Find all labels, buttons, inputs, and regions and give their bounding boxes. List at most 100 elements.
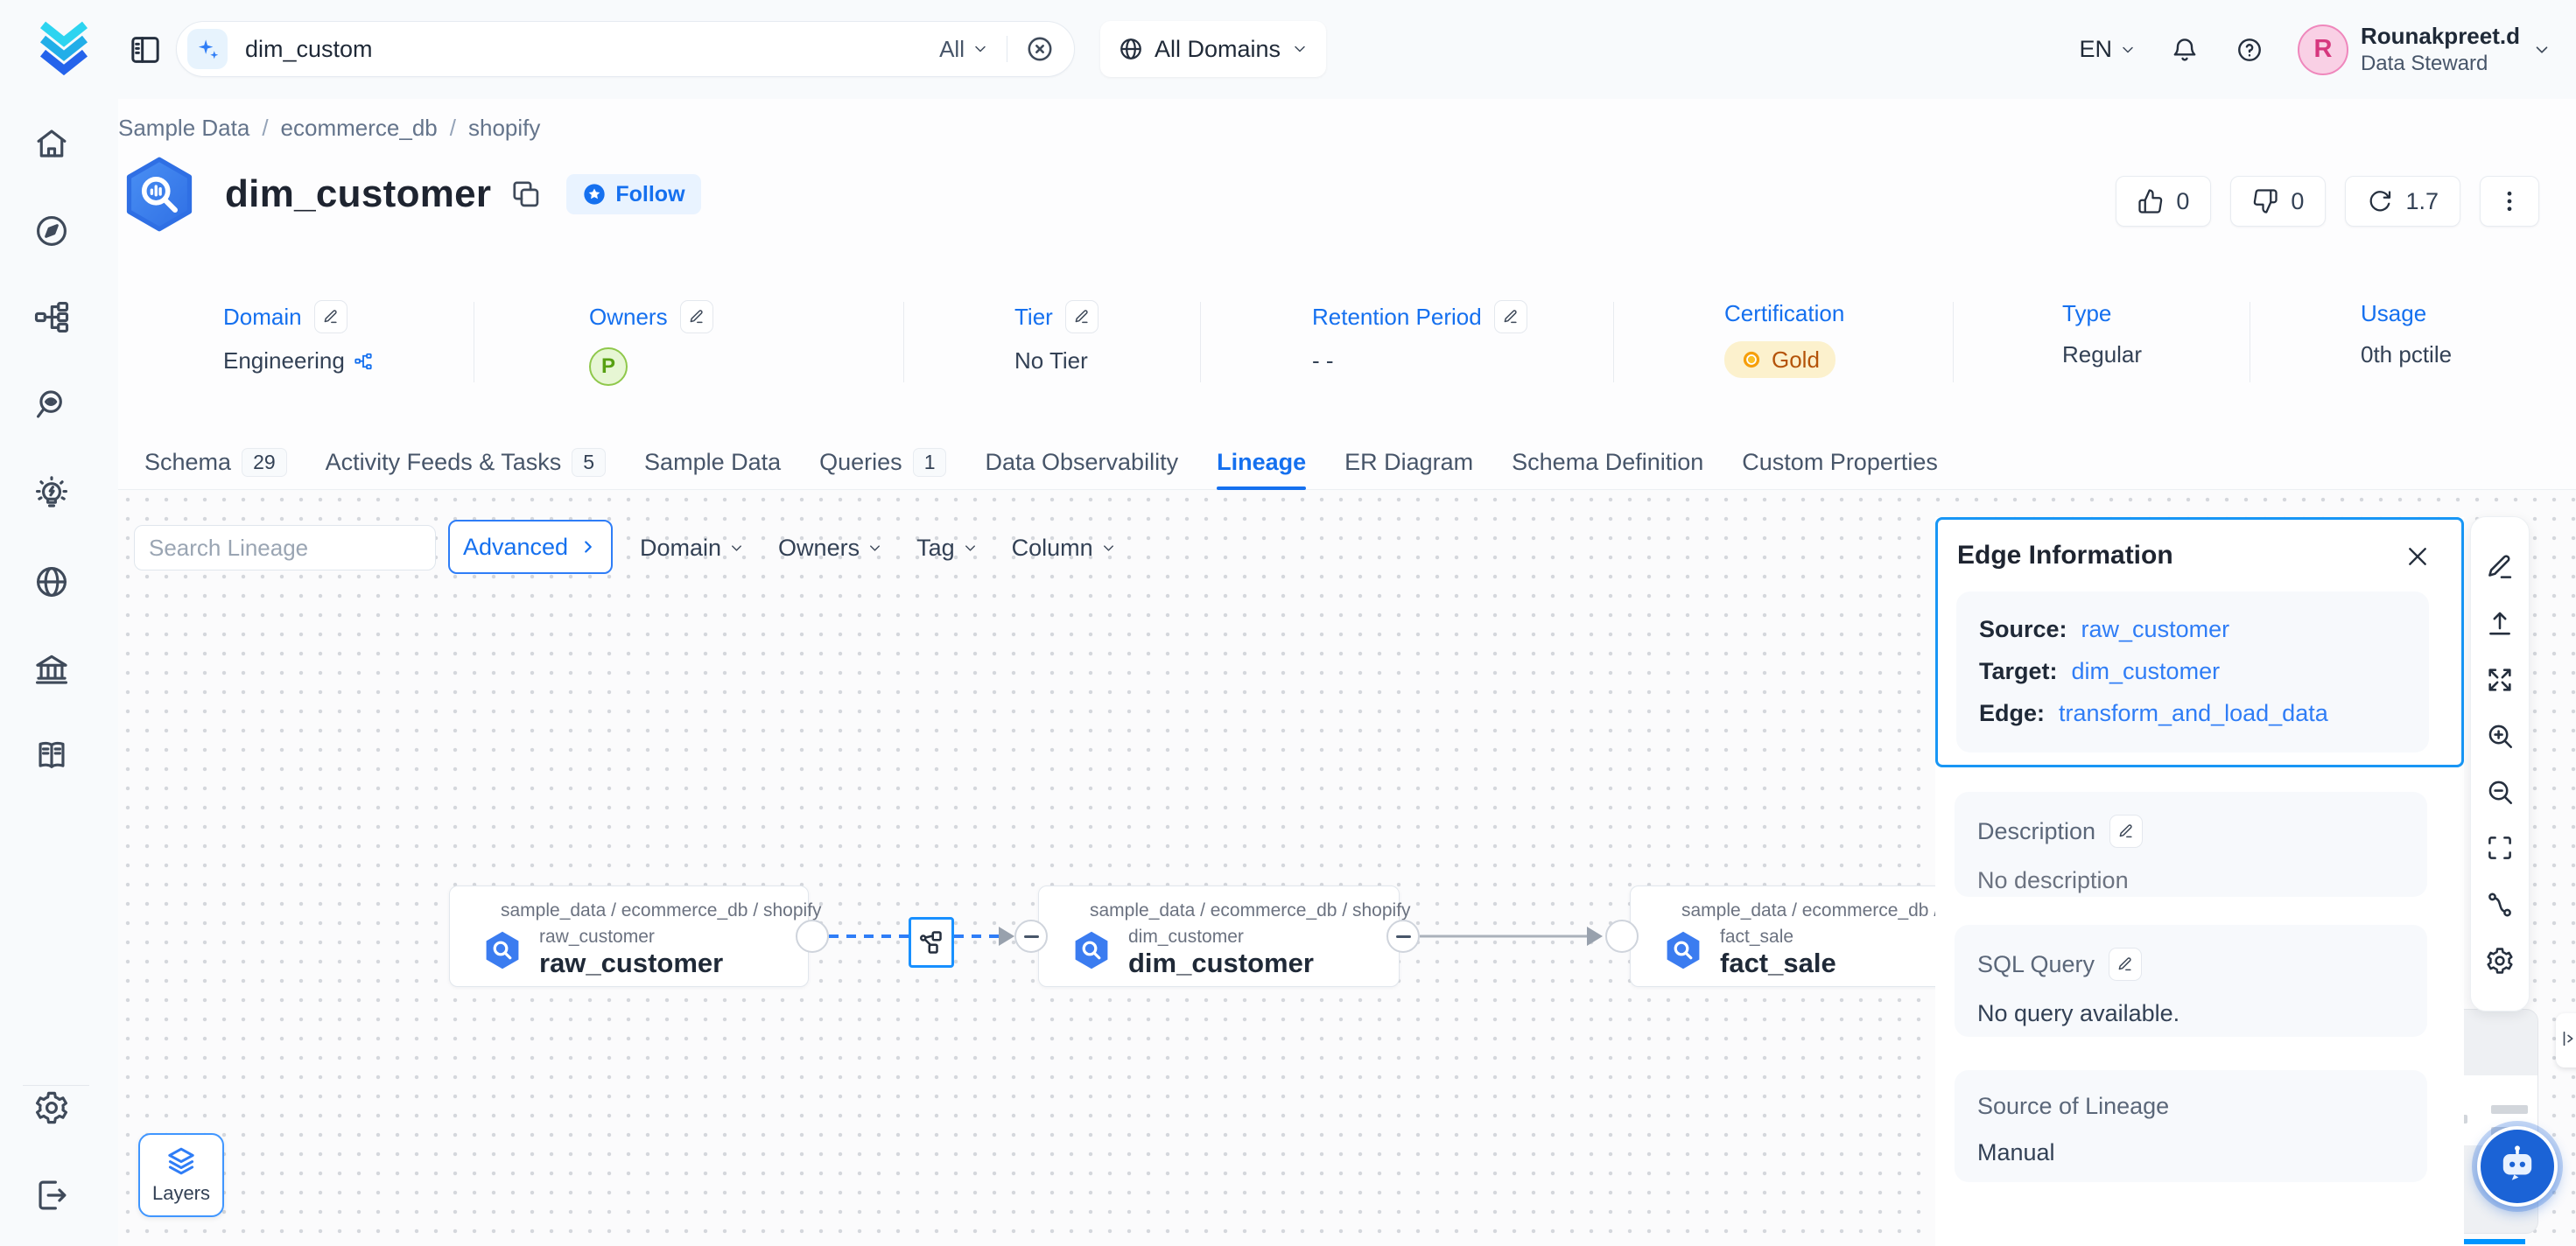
type-value: Regular	[2062, 341, 2142, 368]
domain-value[interactable]: Engineering	[223, 347, 345, 374]
version-button[interactable]: 1.7	[2345, 176, 2460, 227]
breadcrumb-schema[interactable]: shopify	[468, 115, 540, 142]
edit-retention-button[interactable]	[1494, 300, 1527, 333]
filter-tag-dropdown[interactable]: Tag	[916, 535, 979, 562]
search-scope-label: All	[939, 36, 965, 63]
edit-description-button[interactable]	[2109, 815, 2143, 848]
global-search-bar[interactable]: dim_custom All	[176, 21, 1075, 77]
node-type-label: fact_sale	[1720, 927, 1793, 948]
tab-schema-definition[interactable]: Schema Definition	[1512, 435, 1703, 490]
edge-source-link[interactable]: raw_customer	[2081, 616, 2230, 643]
edit-tier-button[interactable]	[1065, 300, 1098, 333]
owner-avatar[interactable]: P	[589, 347, 628, 386]
filter-column-dropdown[interactable]: Column	[1012, 535, 1117, 562]
advanced-label: Advanced	[463, 534, 568, 561]
sidebar-item-observability[interactable]	[33, 387, 70, 424]
sidebar-item-domains[interactable]	[33, 564, 70, 600]
lineage-toolbar	[2470, 516, 2530, 1012]
edit-owners-button[interactable]	[680, 300, 713, 333]
layers-button[interactable]: Layers	[138, 1133, 224, 1217]
user-avatar[interactable]: R	[2298, 24, 2348, 75]
lineage-search-input[interactable]	[149, 535, 442, 562]
edge-panel-title: Edge Information	[1957, 541, 2173, 570]
edit-lineage-icon[interactable]	[2485, 552, 2515, 582]
chatbot-button[interactable]	[2477, 1126, 2558, 1207]
all-domains-dropdown[interactable]: All Domains	[1100, 21, 1326, 77]
entity-tabs: Schema29 Activity Feeds & Tasks5 Sample …	[118, 435, 2576, 490]
sidebar-item-logout[interactable]	[33, 1177, 70, 1214]
edge-pipeline-link[interactable]: transform_and_load_data	[2059, 700, 2328, 727]
zoom-in-icon[interactable]	[2485, 721, 2515, 751]
tab-activity-feeds[interactable]: Activity Feeds & Tasks5	[326, 435, 606, 490]
zoom-out-icon[interactable]	[2485, 777, 2515, 807]
lineage-search[interactable]	[134, 525, 436, 570]
user-profile-menu[interactable]: R Rounakpreet.d Data Steward	[2298, 23, 2551, 76]
meta-tier: Tier No Tier	[1014, 300, 1098, 374]
thumbs-down-icon	[2252, 188, 2278, 214]
openmetadata-logo-icon[interactable]	[35, 19, 93, 80]
edge-target-link[interactable]: dim_customer	[2072, 658, 2221, 685]
tab-er-diagram[interactable]: ER Diagram	[1344, 435, 1473, 490]
edit-sql-button[interactable]	[2109, 948, 2142, 981]
all-domains-label: All Domains	[1155, 36, 1281, 63]
node-handle-raw-customer-out[interactable]	[796, 920, 829, 953]
lineage-node-raw-customer[interactable]: sample_data / ecommerce_db / shopify raw…	[449, 886, 809, 987]
sidebar-item-home[interactable]	[33, 125, 70, 162]
advanced-lineage-button[interactable]: Advanced	[448, 520, 613, 574]
chevron-right-icon	[579, 537, 598, 556]
tab-sample-data[interactable]: Sample Data	[644, 435, 781, 490]
sidebar-item-insights[interactable]	[33, 475, 70, 512]
upvote-button[interactable]: 0	[2116, 176, 2211, 227]
tab-schema[interactable]: Schema29	[144, 435, 287, 490]
copy-icon[interactable]	[510, 178, 542, 210]
export-lineage-icon[interactable]	[2485, 608, 2515, 638]
lineage-settings-icon[interactable]	[2485, 946, 2515, 976]
lineage-node-dim-customer[interactable]: sample_data / ecommerce_db / shopify dim…	[1038, 886, 1400, 987]
close-icon[interactable]	[2404, 542, 2432, 570]
node-collapse-dim-customer-in[interactable]	[1014, 920, 1048, 953]
edge-details-card: Source: raw_customer Target: dim_custome…	[1956, 592, 2429, 752]
sql-query-title: SQL Query	[1977, 951, 2095, 978]
downvote-button[interactable]: 0	[2230, 176, 2326, 227]
tab-custom-properties[interactable]: Custom Properties	[1742, 435, 1938, 490]
sidebar-item-govern[interactable]	[33, 651, 70, 688]
collapsed-panel-handle[interactable]	[2556, 1013, 2576, 1068]
node-collapse-dim-customer-out[interactable]	[1386, 920, 1420, 953]
description-title: Description	[1977, 818, 2095, 845]
tier-label: Tier	[1014, 304, 1053, 331]
search-scope-dropdown[interactable]: All	[939, 36, 989, 63]
edit-domain-button[interactable]	[314, 300, 347, 333]
meta-certification: Certification Gold	[1724, 300, 1844, 378]
search-input[interactable]: dim_custom	[245, 36, 939, 63]
filter-domain-dropdown[interactable]: Domain	[640, 535, 745, 562]
node-handle-fact-sale-in[interactable]	[1605, 920, 1639, 953]
breadcrumb-database[interactable]: ecommerce_db	[281, 115, 438, 142]
sidebar-toggle-icon[interactable]	[128, 32, 163, 67]
follow-button[interactable]: Follow	[566, 174, 700, 214]
tab-data-observability[interactable]: Data Observability	[985, 435, 1178, 490]
meta-usage: Usage 0th pctile	[2361, 300, 2452, 368]
search-clear-icon[interactable]	[1025, 34, 1055, 64]
more-options-button[interactable]	[2480, 176, 2539, 227]
sidebar-item-settings[interactable]	[33, 1089, 70, 1126]
rearrange-lineage-icon[interactable]	[2485, 890, 2515, 920]
filter-owners-dropdown[interactable]: Owners	[778, 535, 883, 562]
breadcrumb-service[interactable]: Sample Data	[118, 115, 249, 142]
sidebar-item-glossary[interactable]	[33, 737, 70, 774]
lineage-node-fact-sale[interactable]: sample_data / ecommerce_db / shopify fac…	[1630, 886, 1945, 987]
sidebar-item-data-assets[interactable]	[33, 299, 70, 336]
tab-queries[interactable]: Queries1	[819, 435, 946, 490]
tab-lineage[interactable]: Lineage	[1217, 435, 1306, 490]
lineage-canvas[interactable]: Advanced Domain Owners Tag Column sample…	[118, 490, 2576, 1246]
ai-sparkle-icon[interactable]	[187, 29, 228, 69]
edge-pipeline-button-selected[interactable]	[909, 917, 954, 968]
fullscreen-icon[interactable]	[2485, 833, 2515, 863]
notifications-bell-icon[interactable]	[2168, 33, 2201, 66]
node-type-label: dim_customer	[1128, 927, 1244, 948]
language-dropdown[interactable]: EN	[2079, 36, 2137, 63]
help-icon[interactable]	[2233, 33, 2266, 66]
fit-view-icon[interactable]	[2485, 665, 2515, 695]
thumbs-up-icon	[2137, 188, 2164, 214]
sidebar-item-explore[interactable]	[33, 213, 70, 249]
top-navbar: dim_custom All All Domains EN	[0, 0, 2576, 99]
